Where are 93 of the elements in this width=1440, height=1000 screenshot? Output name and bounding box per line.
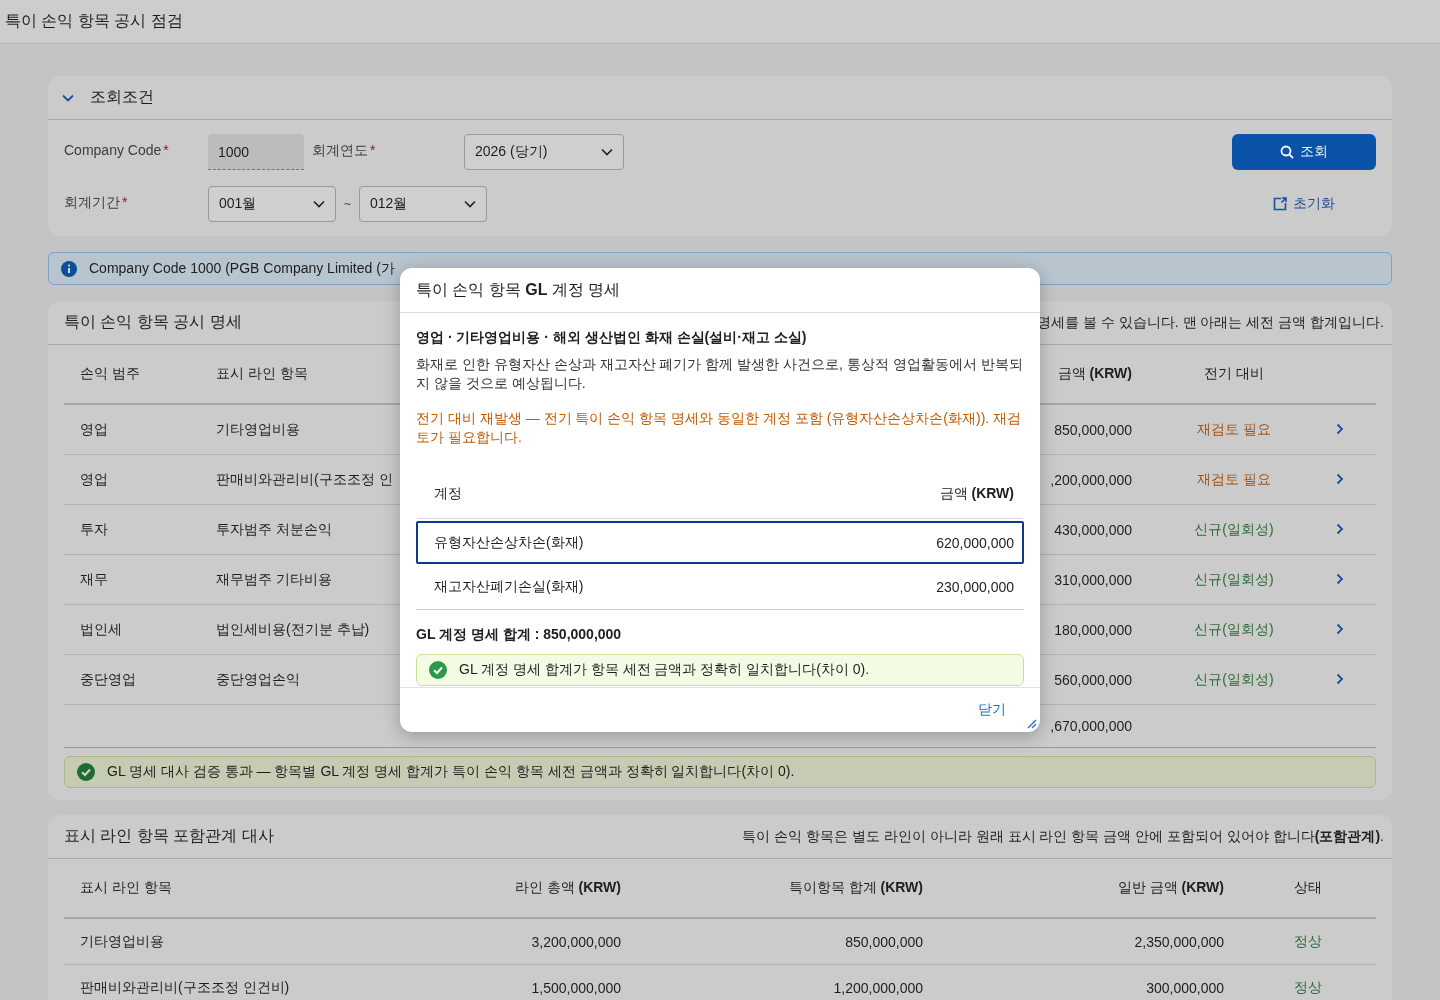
item-heading: 영업 · 기타영업비용 · 해외 생산법인 화재 손실(설비·재고 소실) bbox=[416, 329, 808, 347]
total-cell-text: ,670,000,000 bbox=[1049, 718, 1133, 734]
table-cell-text: 투자범주 처분손익 bbox=[215, 520, 333, 539]
resize-handle-icon[interactable] bbox=[1027, 719, 1037, 729]
column-header: 금액 (KRW) bbox=[1056, 365, 1133, 383]
column-header: 상태 bbox=[1293, 879, 1323, 897]
search-button[interactable]: 조회 bbox=[1232, 134, 1376, 170]
table-cell-text: 310,000,000 bbox=[1053, 571, 1133, 588]
close-button[interactable]: 닫기 bbox=[972, 697, 1012, 723]
column-header: 일반 금액 (KRW) bbox=[1116, 879, 1225, 897]
section-title: 특이 손익 항목 공시 명세 bbox=[64, 312, 242, 332]
company-code-field[interactable]: 1000 bbox=[208, 134, 304, 170]
table-cell-text: 300,000,000 bbox=[1145, 979, 1225, 996]
table-cell-text: 850,000,000 bbox=[1053, 421, 1133, 438]
caret-icon bbox=[464, 200, 476, 208]
table-cell: 재고자산폐기손실(화재) bbox=[434, 577, 584, 596]
table-cell-text: 중단영업손익 bbox=[215, 670, 301, 689]
table-cell: 620,000,000 bbox=[936, 534, 1014, 551]
table-cell-text: 430,000,000 bbox=[1053, 521, 1133, 538]
chevron-right-icon[interactable] bbox=[1336, 572, 1344, 585]
column-header: 특이항목 합계 (KRW) bbox=[787, 879, 924, 897]
status-text: 신규(일회성) bbox=[1193, 520, 1275, 539]
account-row[interactable]: 재고자산폐기손실(화재) 230,000,000 bbox=[416, 564, 1024, 609]
table-cell-text: 투자 bbox=[79, 520, 109, 539]
table-cell-text: 영업 bbox=[79, 420, 109, 439]
chevron-right-icon[interactable] bbox=[1336, 422, 1344, 435]
warning-text: 전기 대비 재발생 — 전기 특이 손익 항목 명세와 동일한 계정 포함 (유형자산손상차손(화재)). 재검토가 필요합니다. bbox=[416, 409, 1023, 447]
status-text: 정상 bbox=[1293, 978, 1323, 997]
dialog-title: 특이 손익 항목 GL 계정 명세 bbox=[416, 279, 621, 300]
check-circle-icon bbox=[429, 661, 447, 679]
table-cell-text: 재무범주 기타비용 bbox=[215, 570, 333, 589]
caret-icon bbox=[601, 148, 613, 156]
column-header: 계정 bbox=[434, 484, 462, 503]
table-cell-text: 중단영업 bbox=[79, 670, 137, 689]
field-label: 회계기간* bbox=[64, 193, 129, 212]
status-text: 신규(일회성) bbox=[1193, 670, 1275, 689]
column-header: 라인 총액 (KRW) bbox=[513, 879, 622, 897]
table-cell-text: 850,000,000 bbox=[844, 933, 924, 950]
reset-button[interactable]: 초기화 bbox=[1232, 186, 1376, 222]
table-cell-text: 판매비와관리비(구조조정 인 bbox=[215, 470, 394, 489]
column-header: 전기 대비 bbox=[1203, 365, 1265, 383]
account-row[interactable]: 유형자산손상차손(화재) 620,000,000 bbox=[416, 521, 1024, 564]
chevron-right-icon[interactable] bbox=[1336, 622, 1344, 635]
table-cell-text: 560,000,000 bbox=[1053, 671, 1133, 688]
table-cell: 유형자산손상차손(화재) bbox=[434, 533, 584, 552]
section-hint: 명세를 볼 수 있습니다. 맨 아래는 세전 금액 합계입니다. bbox=[1037, 313, 1384, 332]
status-text: 신규(일회성) bbox=[1193, 620, 1275, 639]
range-separator: ~ bbox=[344, 197, 351, 211]
status-text: 정상 bbox=[1293, 932, 1323, 951]
search-icon bbox=[1280, 145, 1294, 159]
validation-text: GL 명세 대사 검증 통과 — 항목별 GL 계정 명세 합계가 특이 손익 항목 세전 금액과 정확히 일치합니다(차이 0). bbox=[107, 763, 795, 781]
item-description: 화재로 인한 유형자산 손상과 재고자산 폐기가 함께 발생한 사건으로, 통상적 영업활동에서 반복되지 않을 것으로 예상됩니다. bbox=[416, 355, 1024, 393]
column-header: 금액 (KRW) bbox=[939, 484, 1014, 503]
table-cell-text: 법인세 bbox=[79, 620, 123, 639]
chevron-down-icon[interactable] bbox=[62, 93, 74, 102]
section-hint: 특이 손익 항목은 별도 라인이 아니라 원래 표시 라인 항목 금액 안에 포함되어 있어야 합니다(포함관계). bbox=[742, 827, 1384, 846]
status-text: 신규(일회성) bbox=[1193, 570, 1275, 589]
status-text: 재검토 필요 bbox=[1196, 420, 1272, 439]
table-cell-text: ,200,000,000 bbox=[1049, 471, 1133, 488]
table-cell-text: 법인세비용(전기분 추납) bbox=[215, 620, 371, 639]
filter-title: 조회조건 bbox=[90, 87, 154, 107]
period-from-select[interactable]: 001월 bbox=[208, 186, 336, 222]
chevron-right-icon[interactable] bbox=[1336, 672, 1344, 685]
table-cell-text: 3,200,000,000 bbox=[530, 933, 622, 950]
field-label: 회계연도* bbox=[311, 141, 377, 160]
chevron-right-icon[interactable] bbox=[1336, 472, 1344, 485]
reset-icon bbox=[1273, 197, 1287, 211]
total-text: GL 계정 명세 합계 : 850,000,000 bbox=[416, 626, 623, 644]
table-cell-text: 영업 bbox=[79, 470, 109, 489]
table-cell-text: 판매비와관리비(구조조정 인건비) bbox=[79, 978, 291, 997]
table-cell-text: 1,200,000,000 bbox=[832, 979, 924, 996]
caret-icon bbox=[313, 200, 325, 208]
column-header: 손익 범주 bbox=[79, 365, 141, 383]
status-text: 재검토 필요 bbox=[1196, 470, 1272, 489]
info-text: Company Code 1000 (PGB Company Limited (가 bbox=[89, 259, 395, 278]
table-cell-text: 2,350,000,000 bbox=[1133, 933, 1225, 950]
section-title: 표시 라인 항목 포함관계 대사 bbox=[64, 826, 274, 846]
table-cell-text: 1,500,000,000 bbox=[530, 979, 622, 996]
validation-text: GL 계정 명세 합계가 항목 세전 금액과 정확히 일치합니다(차이 0). bbox=[459, 661, 870, 679]
chevron-right-icon[interactable] bbox=[1336, 522, 1344, 535]
table-cell: 230,000,000 bbox=[936, 578, 1014, 595]
table-cell-text: 기타영업비용 bbox=[79, 932, 165, 951]
field-label: Company Code* bbox=[64, 141, 170, 158]
table-cell-text: 180,000,000 bbox=[1053, 621, 1133, 638]
column-header: 표시 라인 항목 bbox=[79, 879, 173, 897]
table-cell-text: 재무 bbox=[79, 570, 109, 589]
period-to-select[interactable]: 012월 bbox=[359, 186, 487, 222]
check-circle-icon bbox=[77, 763, 95, 781]
table-cell-text: 기타영업비용 bbox=[215, 420, 301, 439]
info-icon bbox=[61, 260, 77, 277]
column-header: 표시 라인 항목 bbox=[215, 365, 309, 383]
fiscal-year-select[interactable]: 2026 (당기) bbox=[464, 134, 624, 170]
page-title: 특이 손익 항목 공시 점검 bbox=[5, 11, 183, 31]
